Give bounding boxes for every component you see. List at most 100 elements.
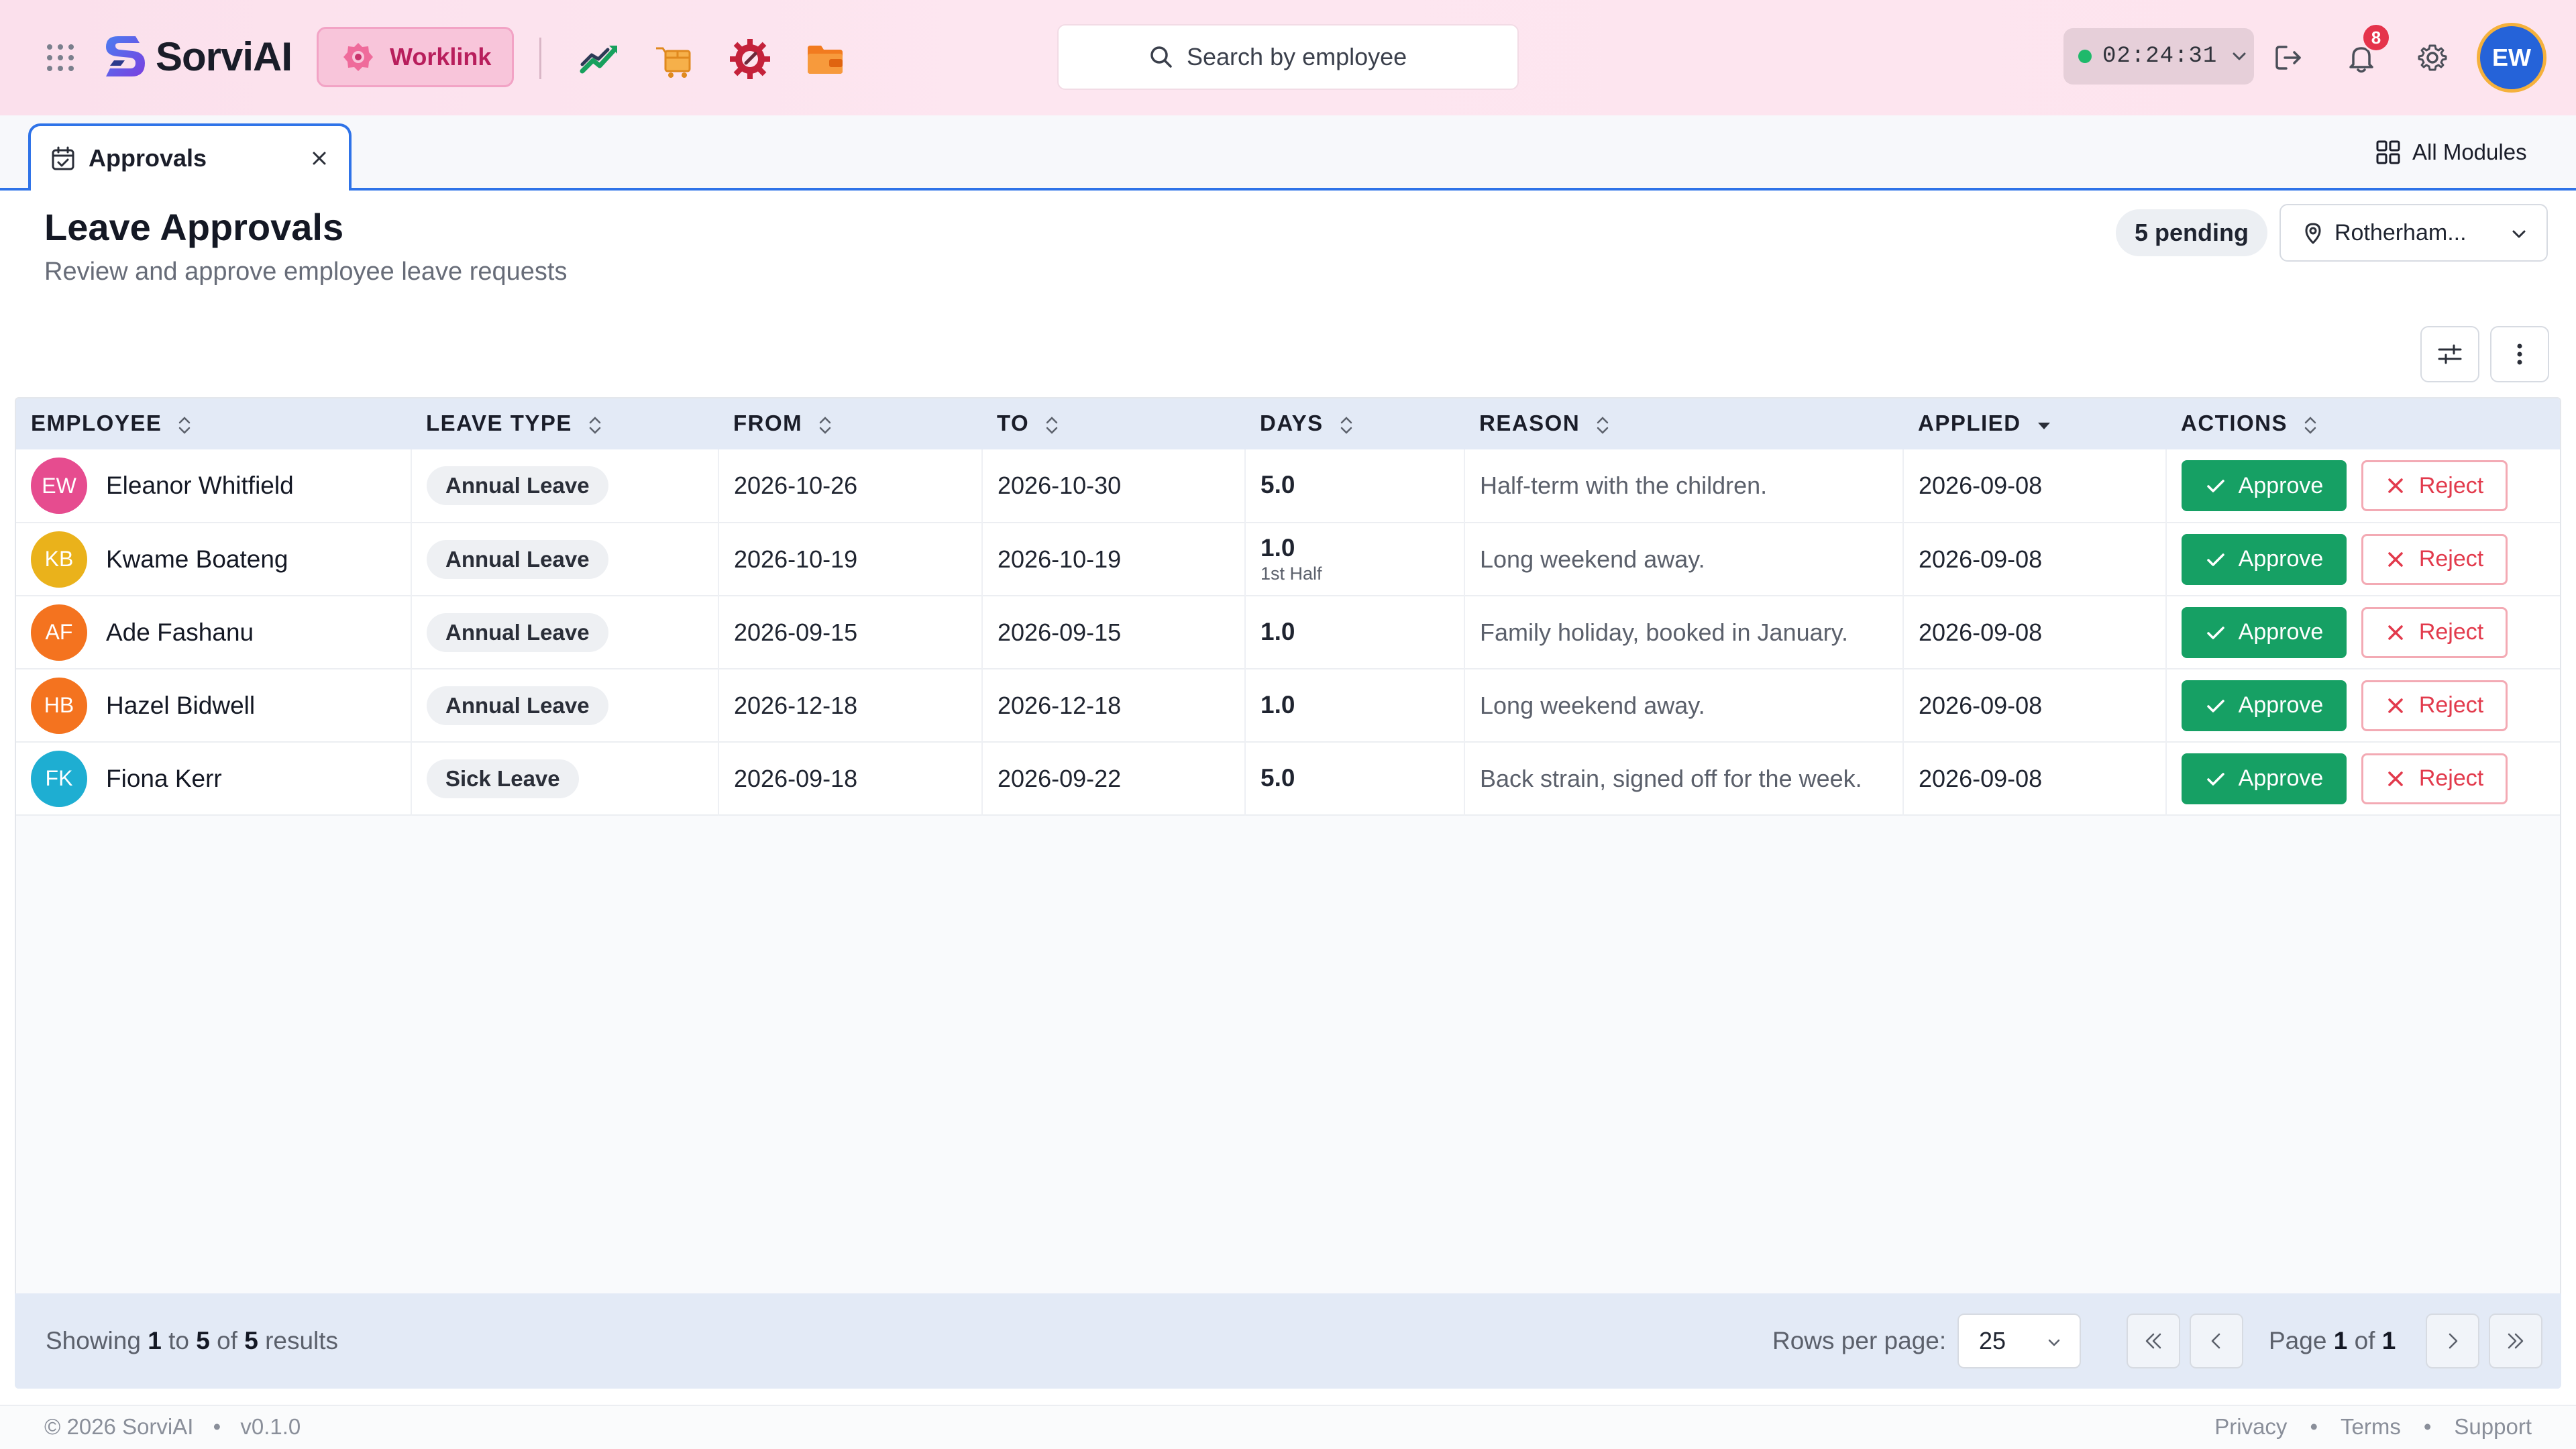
applied-date: 2026-09-08 [1903, 742, 2167, 815]
column-header-reason[interactable]: REASON [1464, 398, 1903, 449]
employee-name: Hazel Bidwell [106, 691, 256, 719]
from-date: 2026-12-18 [718, 669, 983, 742]
close-icon [2388, 625, 2403, 640]
reject-button[interactable]: Reject [2361, 533, 2508, 585]
applied-date: 2026-09-08 [1903, 523, 2167, 596]
location-select[interactable]: Rotherham... [2279, 204, 2548, 262]
brand-logo-icon [106, 36, 145, 76]
search-icon [1150, 46, 1172, 68]
sort-desc-icon [2037, 422, 2050, 429]
footer-link-privacy[interactable]: Privacy [2214, 1414, 2287, 1440]
tab-underline [0, 188, 2576, 191]
approve-button[interactable]: Approve [2182, 606, 2347, 658]
range-end: 5 [196, 1327, 210, 1354]
brand[interactable]: SorviAI [101, 30, 292, 83]
column-header-actions[interactable]: ACTIONS [2166, 398, 2560, 449]
sort-icon [1597, 416, 1609, 434]
column-header-days[interactable]: DAYS [1245, 398, 1464, 449]
reject-label: Reject [2418, 472, 2484, 498]
rows-per-page-label: Rows per page: [1772, 1327, 1947, 1354]
table-row[interactable]: FK Fiona Kerr Sick Leave 2026-09-18 2026… [16, 742, 2560, 815]
approve-button[interactable]: Approve [2182, 460, 2347, 511]
approve-label: Approve [2238, 619, 2324, 645]
footer-link-terms[interactable]: Terms [2341, 1414, 2401, 1440]
table-row[interactable]: EW Eleanor Whitfield Annual Leave 2026-1… [16, 449, 2560, 523]
filter-settings-button[interactable] [2420, 326, 2479, 382]
last-page-button[interactable] [2489, 1313, 2542, 1368]
page-indicator: Page 1 of 1 [2269, 1327, 2396, 1355]
column-label: FROM [733, 411, 803, 436]
check-icon [2206, 553, 2224, 566]
column-label: REASON [1479, 411, 1580, 436]
page-title: Leave Approvals [44, 206, 344, 248]
clock-timer[interactable]: 02:24:31 [2063, 28, 2254, 85]
column-label: EMPLOYEE [31, 411, 162, 436]
days-cell: 5.0 [1245, 742, 1465, 815]
reject-button[interactable]: Reject [2361, 753, 2508, 804]
close-icon[interactable] [310, 149, 329, 168]
all-modules-button[interactable]: All Modules [2375, 136, 2527, 169]
days-cell: 1.0 [1245, 596, 1465, 669]
column-label: APPLIED [1918, 411, 2021, 436]
column-header-employee[interactable]: EMPLOYEE [16, 398, 411, 449]
leave-type-cell: Annual Leave [411, 523, 719, 596]
more-options-button[interactable] [2490, 326, 2549, 382]
timer-value: 02:24:31 [2102, 44, 2218, 69]
rows-per-page-select[interactable]: 25 [1957, 1313, 2081, 1368]
column-header-applied[interactable]: APPLIED [1903, 398, 2166, 449]
analytics-chart-icon[interactable] [578, 38, 621, 80]
sort-icon [589, 416, 601, 434]
brand-name: SorviAI [156, 34, 292, 79]
days-value: 1.0 [1260, 690, 1295, 718]
chevron-right-icon [2449, 1333, 2458, 1349]
days-value: 1.0 [1260, 617, 1295, 645]
tab-approvals[interactable]: Approvals [28, 123, 352, 191]
employee-avatar: KB [31, 531, 87, 588]
total-pages: 1 [2381, 1327, 2396, 1354]
first-page-button[interactable] [2127, 1313, 2180, 1368]
footer-link-support[interactable]: Support [2454, 1414, 2532, 1440]
employee-search-box[interactable] [1057, 24, 1519, 90]
column-header-from[interactable]: FROM [718, 398, 982, 449]
reject-button[interactable]: Reject [2361, 680, 2508, 731]
approve-button[interactable]: Approve [2182, 680, 2347, 731]
top-bar: SorviAI Worklink Search by employee 02:2… [0, 0, 2576, 115]
next-page-button[interactable] [2426, 1313, 2479, 1368]
of-word: of [217, 1327, 237, 1354]
check-icon [2206, 699, 2224, 712]
days-cell: 1.0 1st Half [1245, 523, 1465, 596]
table-row[interactable]: KB Kwame Boateng Annual Leave 2026-10-19… [16, 523, 2560, 596]
worklink-module-button[interactable]: Worklink [317, 27, 514, 87]
settings-gear-tool-icon[interactable] [729, 38, 771, 80]
tab-row [0, 115, 2576, 191]
column-header-to[interactable]: TO [982, 398, 1245, 449]
approve-button[interactable]: Approve [2182, 533, 2347, 585]
app-launcher-icon[interactable] [47, 44, 74, 71]
chevron-down-icon [2048, 1339, 2060, 1346]
user-avatar[interactable]: EW [2477, 23, 2546, 93]
from-date: 2026-10-19 [718, 523, 983, 596]
to-date: 2026-09-15 [982, 596, 1246, 669]
to-word: to [168, 1327, 189, 1354]
chevrons-right-icon [2508, 1333, 2524, 1349]
of-word: of [2354, 1327, 2375, 1354]
approve-button[interactable]: Approve [2182, 753, 2347, 804]
reject-button[interactable]: Reject [2361, 606, 2508, 658]
table-row[interactable]: AF Ade Fashanu Annual Leave 2026-09-15 2… [16, 596, 2560, 669]
logout-icon[interactable] [2271, 40, 2306, 75]
table-row[interactable]: HB Hazel Bidwell Annual Leave 2026-12-18… [16, 669, 2560, 742]
search-input[interactable] [1187, 43, 1428, 71]
reject-button[interactable]: Reject [2361, 460, 2508, 511]
applied-date: 2026-09-08 [1903, 596, 2167, 669]
column-header-leave-type[interactable]: LEAVE TYPE [411, 398, 718, 449]
package-delivery-icon[interactable] [653, 38, 696, 80]
reason-text: Long weekend away. [1464, 669, 1904, 742]
total-results: 5 [244, 1327, 258, 1354]
folder-wallet-icon[interactable] [804, 38, 847, 80]
to-date: 2026-12-18 [982, 669, 1246, 742]
chevron-left-icon [2211, 1333, 2220, 1349]
employee-cell: EW Eleanor Whitfield [16, 449, 412, 523]
previous-page-button[interactable] [2190, 1313, 2243, 1368]
sort-icon [1340, 416, 1352, 434]
gear-icon[interactable] [2415, 40, 2450, 75]
